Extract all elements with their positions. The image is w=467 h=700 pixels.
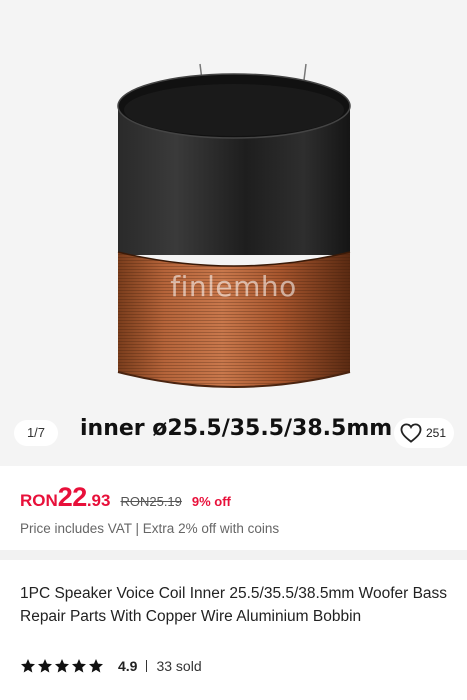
voice-coil-product-image bbox=[117, 63, 351, 388]
star-icon bbox=[55, 659, 69, 673]
star-icon bbox=[21, 659, 35, 673]
wishlist-count: 251 bbox=[426, 426, 447, 440]
rating-value: 4.9 bbox=[118, 658, 138, 674]
price-decimal: .93 bbox=[86, 491, 111, 510]
heart-icon bbox=[400, 423, 422, 443]
variant-caption: inner ø25.5/35.5/38.5mm bbox=[80, 416, 393, 441]
wishlist-button[interactable]: 251 bbox=[394, 418, 454, 448]
sold-count: 33 sold bbox=[156, 658, 202, 674]
original-price: RON25.19 bbox=[120, 494, 182, 509]
price-integer: 22 bbox=[57, 482, 88, 512]
star-icon bbox=[72, 659, 86, 673]
product-title: 1PC Speaker Voice Coil Inner 25.5/35.5/3… bbox=[20, 585, 448, 625]
star-icon bbox=[38, 659, 52, 673]
price-currency: RON bbox=[20, 491, 58, 510]
product-image-gallery[interactable]: finlemho 1/7 inner ø25.5/35.5/38.5mm 251 bbox=[0, 0, 467, 466]
rating-stars bbox=[20, 658, 104, 674]
star-icon bbox=[89, 659, 103, 673]
section-divider bbox=[0, 550, 467, 560]
discount-badge: 9% off bbox=[191, 494, 231, 509]
watermark: finlemho bbox=[170, 270, 297, 303]
rating-row[interactable]: 4.9 33 sold bbox=[20, 658, 202, 674]
rating-separator bbox=[146, 660, 148, 672]
price-row: RON 22 .93 RON25.19 9% off bbox=[20, 482, 231, 513]
price-note: Price includes VAT | Extra 2% off with c… bbox=[20, 521, 280, 536]
image-counter: 1/7 bbox=[14, 420, 58, 446]
